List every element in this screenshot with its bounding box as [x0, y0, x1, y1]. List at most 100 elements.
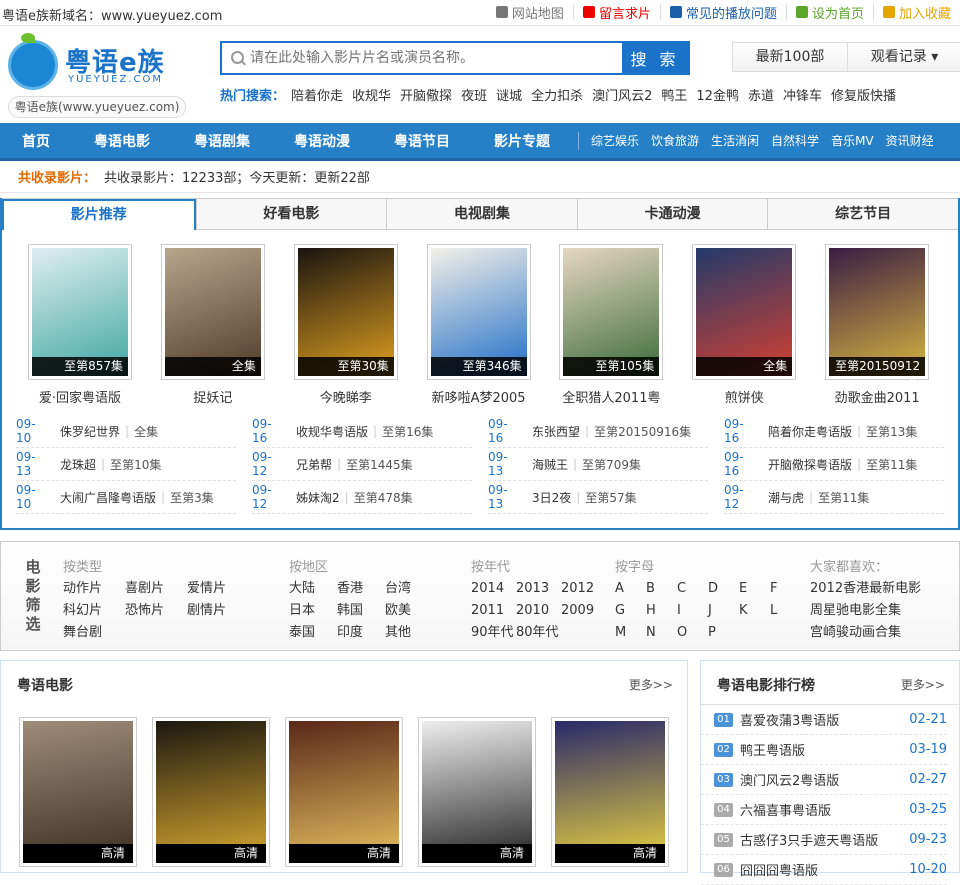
nav-sub-item[interactable]: 饮食旅游 — [645, 132, 705, 149]
watch-history-button[interactable]: 观看记录 ▾ — [847, 43, 960, 71]
poster-image[interactable]: 至第30集 — [293, 244, 398, 380]
rank-title[interactable]: 喜爱夜蒲3粤语版 — [740, 710, 839, 729]
filter-option[interactable]: D — [708, 578, 739, 600]
filter-option[interactable]: G — [615, 600, 646, 622]
nav-item[interactable]: 粤语节目 — [372, 131, 472, 151]
movies-more-link[interactable]: 更多>> — [629, 676, 673, 693]
poster-card[interactable]: 至第346集 新哆啦A梦2005 — [426, 230, 560, 415]
filter-option[interactable]: F — [770, 578, 801, 600]
filter-option[interactable]: 泰国 — [289, 622, 337, 644]
filter-option[interactable]: 喜剧片 — [125, 578, 187, 600]
movie-card[interactable]: 高清 — [285, 717, 418, 869]
filter-option[interactable]: I — [677, 600, 708, 622]
filter-option[interactable]: 2011 — [471, 600, 516, 622]
movie-poster[interactable]: 高清 — [551, 717, 669, 867]
top-link[interactable]: 留言求片 — [572, 4, 660, 22]
rank-row[interactable]: 06 囧囧囧粤语版 10-20 — [701, 855, 947, 885]
filter-option[interactable]: 日本 — [289, 600, 337, 622]
update-title[interactable]: 收规华粤语版 — [296, 423, 368, 440]
poster-card[interactable]: 全集 捉妖记 — [160, 230, 294, 415]
hot-keyword[interactable]: 收规华 — [352, 85, 391, 104]
filter-option[interactable]: B — [646, 578, 677, 600]
hot-keyword[interactable]: 冲锋车 — [783, 85, 822, 104]
update-title[interactable]: 姊妹淘2 — [296, 489, 340, 506]
hot-keyword[interactable]: 谜城 — [496, 85, 522, 104]
hot-keyword[interactable]: 陪着你走 — [291, 85, 343, 104]
rank-title[interactable]: 六福喜事粤语版 — [740, 800, 831, 819]
update-title[interactable]: 兄弟帮 — [296, 456, 332, 473]
filter-option[interactable]: E — [739, 578, 770, 600]
filter-option[interactable]: 宫崎骏动画合集 — [810, 622, 960, 644]
movie-poster[interactable]: 高清 — [19, 717, 137, 867]
update-title[interactable]: 开脑儆探粤语版 — [768, 456, 852, 473]
tab-item[interactable]: 好看电影 — [195, 199, 387, 229]
rank-row[interactable]: 03 澳门风云2粤语版 02-27 — [701, 765, 947, 795]
filter-option[interactable]: J — [708, 600, 739, 622]
rank-title[interactable]: 古惑仔3只手遮天粤语版 — [740, 830, 878, 849]
hot-keyword[interactable]: 修复版快播 — [831, 85, 896, 104]
filter-option[interactable]: 2009 — [561, 600, 606, 622]
filter-option[interactable]: M — [615, 622, 646, 644]
nav-item[interactable]: 粤语剧集 — [172, 131, 272, 151]
filter-option[interactable]: 2012 — [561, 578, 606, 600]
poster-image[interactable]: 全集 — [692, 244, 797, 380]
poster-card[interactable]: 全集 煎饼侠 — [692, 230, 825, 415]
filter-option[interactable]: A — [615, 578, 646, 600]
tab-item[interactable]: 综艺节目 — [767, 199, 958, 229]
filter-option[interactable]: 2014 — [471, 578, 516, 600]
poster-title[interactable]: 新哆啦A梦2005 — [411, 387, 547, 406]
poster-card[interactable]: 至第857集 爱·回家粤语版 — [28, 230, 161, 415]
filter-option[interactable]: 2012香港最新电影 — [810, 578, 960, 600]
tab-item[interactable]: 影片推荐 — [2, 199, 196, 230]
filter-option[interactable]: 2013 — [516, 578, 561, 600]
rank-row[interactable]: 01 喜爱夜蒲3粤语版 02-21 — [701, 705, 947, 735]
filter-option[interactable]: 剧情片 — [187, 600, 249, 622]
movie-poster[interactable]: 高清 — [152, 717, 270, 867]
update-title[interactable]: 潮与虎 — [768, 489, 804, 506]
update-title[interactable]: 东张西望 — [532, 423, 580, 440]
filter-option[interactable]: P — [708, 622, 739, 644]
update-title[interactable]: 侏罗纪世界 — [60, 423, 120, 440]
hot-keyword[interactable]: 鸭王 — [661, 85, 687, 104]
nav-sub-item[interactable]: 综艺娱乐 — [585, 132, 645, 149]
filter-option[interactable]: 动作片 — [63, 578, 125, 600]
filter-option[interactable]: K — [739, 600, 770, 622]
nav-sub-item[interactable]: 生活消闲 — [705, 132, 765, 149]
poster-title[interactable]: 劲歌金曲2011 — [809, 387, 945, 406]
filter-option[interactable]: 香港 — [337, 578, 385, 600]
filter-option[interactable]: 其他 — [385, 622, 433, 644]
filter-option[interactable]: L — [770, 600, 801, 622]
filter-option[interactable]: 恐怖片 — [125, 600, 187, 622]
filter-option[interactable]: 韩国 — [337, 600, 385, 622]
tab-item[interactable]: 卡通动漫 — [576, 199, 768, 229]
update-title[interactable]: 龙珠超 — [60, 456, 96, 473]
filter-option[interactable]: 2010 — [516, 600, 561, 622]
movie-poster[interactable]: 高清 — [285, 717, 403, 867]
poster-card[interactable]: 至第105集 全职猎人2011粤 — [559, 230, 692, 415]
rank-title[interactable]: 澳门风云2粤语版 — [740, 770, 839, 789]
filter-option[interactable]: C — [677, 578, 708, 600]
hot-keyword[interactable]: 开脑儆探 — [400, 85, 452, 104]
top-link[interactable]: 加入收藏 — [872, 4, 960, 22]
filter-option[interactable]: H — [646, 600, 677, 622]
filter-option[interactable]: 欧美 — [385, 600, 433, 622]
site-logo[interactable]: 粤语e族 YUEYUEZ.COM 粤语e族(www.yueyuez.com) — [8, 33, 186, 118]
poster-title[interactable]: 全职猎人2011粤 — [543, 387, 679, 406]
poster-image[interactable]: 至第105集 — [559, 244, 664, 380]
filter-option[interactable]: 大陆 — [289, 578, 337, 600]
movie-card[interactable]: 高清 — [19, 717, 152, 869]
hot-keyword[interactable]: 赤道 — [748, 85, 774, 104]
filter-option[interactable]: 爱情片 — [187, 578, 249, 600]
update-title[interactable]: 陪着你走粤语版 — [768, 423, 852, 440]
rank-row[interactable]: 05 古惑仔3只手遮天粤语版 09-23 — [701, 825, 947, 855]
top-link[interactable]: 常见的播放问题 — [659, 4, 786, 22]
latest-100-button[interactable]: 最新100部 — [733, 43, 847, 71]
update-title[interactable]: 3日2夜 — [532, 489, 571, 506]
poster-card[interactable]: 至第30集 今晚睇李 — [293, 230, 427, 415]
search-input[interactable] — [248, 43, 622, 73]
nav-item[interactable]: 影片专题 — [472, 131, 572, 151]
filter-option[interactable]: 印度 — [337, 622, 385, 644]
poster-image[interactable]: 至第346集 — [426, 244, 531, 380]
nav-sub-item[interactable]: 自然科学 — [765, 132, 825, 149]
hot-keyword[interactable]: 澳门风云2 — [592, 85, 652, 104]
